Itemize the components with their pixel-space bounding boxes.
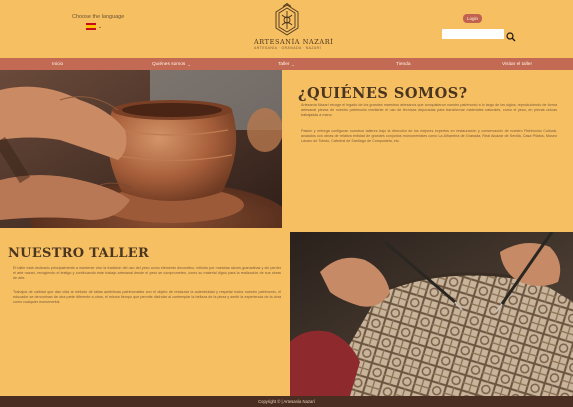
main-nav: Inicio Quiénes somos ⌄ Taller ⌄ Tienda V… [0,58,573,70]
about-section: ¿QUIÉNES SOMOS? Artesanía Nazarí recoge … [282,70,573,228]
nav-item-tienda[interactable]: Tienda [396,58,411,70]
site-footer: Copyright © | Artesanía Nazarí [0,396,573,407]
taller-paragraph-2: Trabajos de calidad que dan vida al méto… [13,290,281,304]
language-selector[interactable]: Choose the language ⌄ [72,14,125,30]
chevron-down-icon: ⌄ [291,61,295,67]
spain-flag-icon[interactable] [86,23,96,30]
search-icon[interactable] [506,29,516,47]
nav-item-quienes-somos[interactable]: Quiénes somos ⌄ [152,58,191,70]
language-dropdown[interactable]: ⌄ [86,23,102,30]
about-paragraph-1: Artesanía Nazarí recoge el legado de los… [301,103,557,117]
search-input[interactable] [442,29,504,39]
taller-section: NUESTRO TALLER El taller está dedicado p… [0,228,290,396]
nav-item-inicio[interactable]: Inicio [52,58,63,70]
copyright-text: Copyright © | Artesanía Nazarí [258,399,315,404]
nav-item-label: Quiénes somos [152,61,186,67]
about-paragraph-2: Pasión y entrega configuran nuestros tal… [301,129,557,143]
pottery-wheel-image [0,70,282,228]
nav-item-label: Taller [278,61,290,67]
nav-item-label: Inicio [52,61,64,67]
language-label: Choose the language [72,14,125,20]
taller-paragraph-1: El taller está dedicado principalmente a… [13,266,281,280]
taller-title: NUESTRO TALLER [8,246,150,261]
logo-subtitle: ARTESANÍA · GRANADA · NAZARÍ [254,46,321,50]
logo-name: ARTESANÍA NAZARÍ [254,38,334,46]
about-title: ¿QUIÉNES SOMOS? [298,85,468,102]
site-header: Choose the language ⌄ ARTESANÍA NAZARÍ A… [0,0,573,58]
nav-item-taller[interactable]: Taller ⌄ [278,58,295,70]
nav-item-visitar-taller[interactable]: Visitar el taller [502,58,532,70]
plaster-carving-image [290,232,573,396]
site-logo[interactable]: ARTESANÍA NAZARÍ ARTESANÍA · GRANADA · N… [254,3,334,50]
nav-item-label: Visitar el taller [502,61,533,67]
logo-emblem-icon [275,3,299,36]
chevron-down-icon[interactable]: ⌄ [98,24,102,30]
chevron-down-icon: ⌄ [187,61,191,67]
login-button[interactable]: Login [463,14,482,23]
nav-item-label: Tienda [396,61,411,67]
